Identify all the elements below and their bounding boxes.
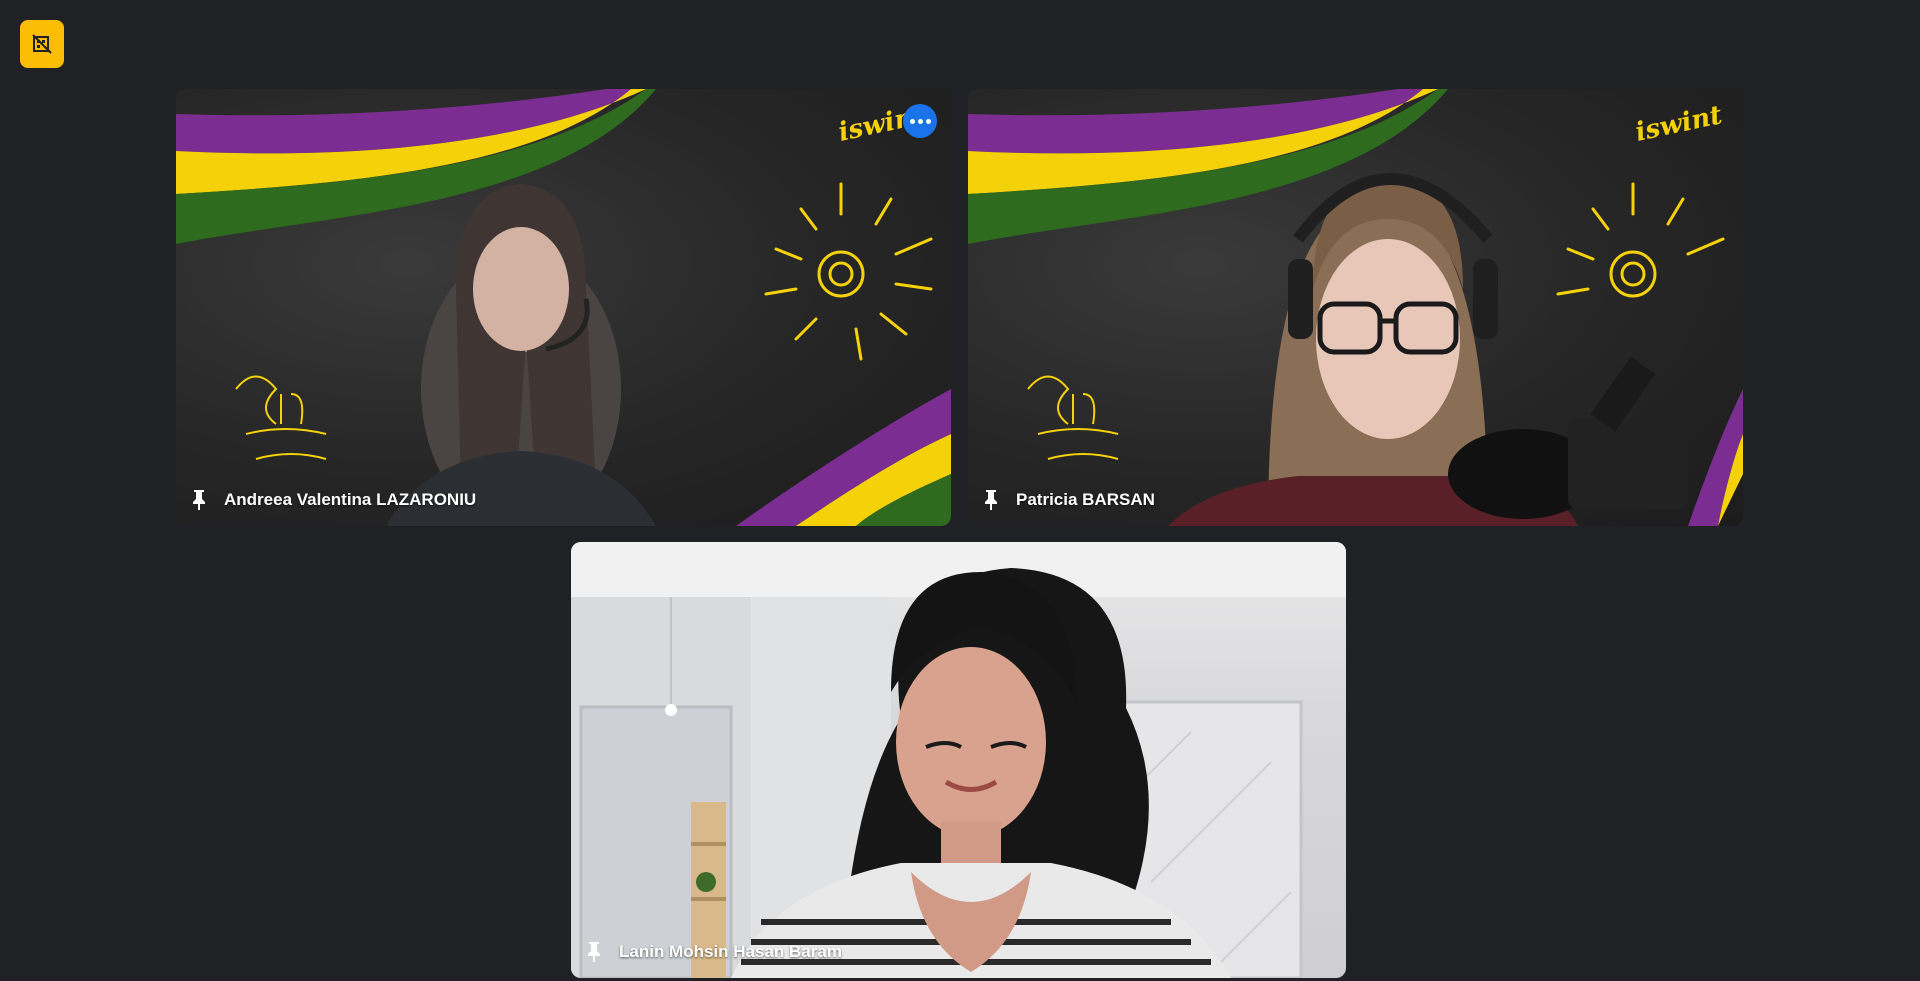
participant-name: Patricia BARSAN [1016,490,1155,509]
video-feed [176,89,951,526]
participant-name: Andreea Valentina LAZARONIU [224,490,477,509]
pin-icon [193,490,205,510]
participant-label: Patricia BARSAN [980,488,1155,512]
participant-label: Andreea Valentina LAZARONIU [188,488,476,512]
more-options-icon [909,118,915,124]
participant-tile[interactable]: iswint Patricia BARSAN [968,89,1743,526]
pin-icon [588,942,600,962]
pin-button[interactable] [980,488,1002,512]
participant-tile[interactable]: iswint Andreea Valentina LAZARONIU [176,89,951,526]
background-effects-button[interactable] [20,20,64,68]
pin-button[interactable] [188,488,210,512]
participant-name: Lanin Mohsin Hasan Baram [619,942,842,961]
pin-button[interactable] [583,940,605,964]
background-blur-off-icon [32,34,52,54]
participant-label: Lanin Mohsin Hasan Baram [583,940,842,964]
meeting-stage: iswint Andreea Valentina LAZARONIU iswin… [0,0,1920,981]
more-options-button[interactable] [903,104,937,138]
video-feed [571,542,1346,978]
pin-icon [985,490,997,510]
video-feed [968,89,1743,526]
participant-tile[interactable]: Lanin Mohsin Hasan Baram [571,542,1346,978]
